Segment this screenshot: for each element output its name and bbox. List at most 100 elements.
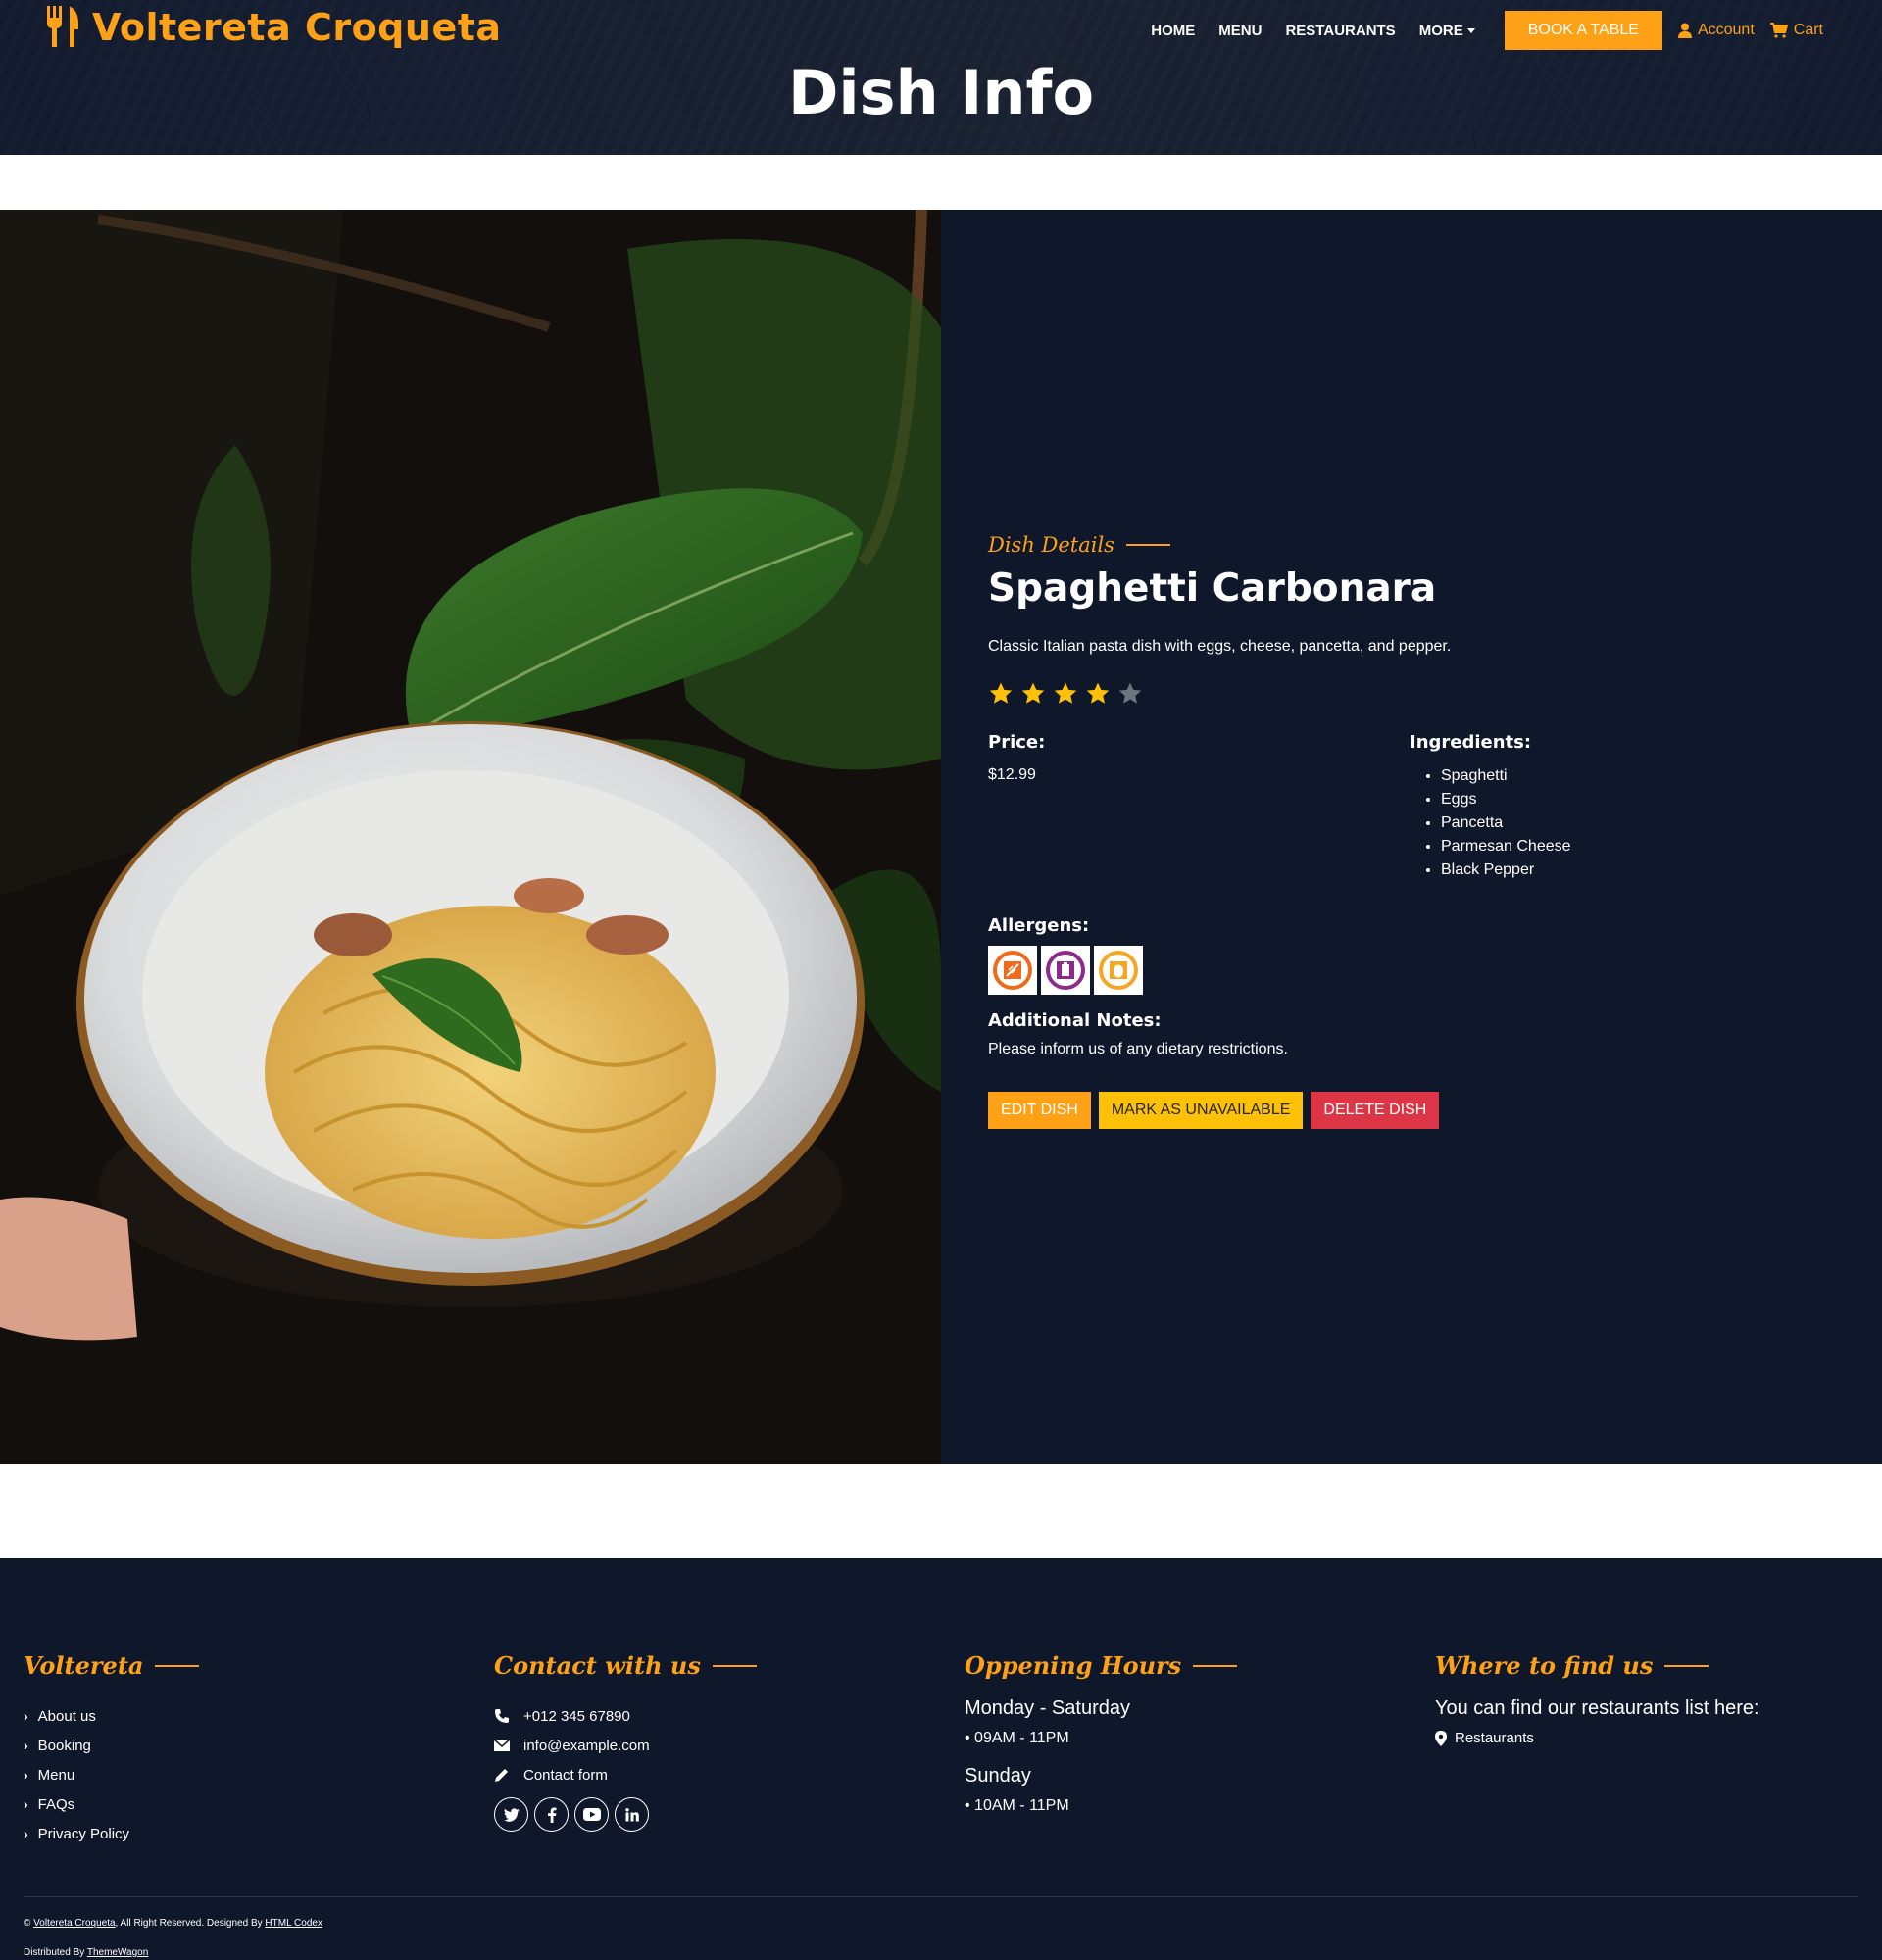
footer-link-menu[interactable]: › Menu [24,1760,199,1789]
copyright-brand-link[interactable]: Voltereta Croqueta [33,1918,115,1929]
dish-section: Dish Details Spaghetti Carbonara Classic… [0,210,1882,1464]
star-empty-icon [1118,682,1142,704]
copyright-symbol: © [24,1918,31,1929]
contact-phone: +012 345 67890 [494,1701,757,1731]
dish-actions: EDIT DISH MARK AS UNAVAILABLE DELETE DIS… [988,1092,1831,1129]
price-block: Price: $12.99 [988,732,1410,882]
contact-form-label: Contact form [523,1766,608,1784]
star-icon [1021,682,1045,704]
hours-time: • 10AM - 11PM [965,1797,1069,1814]
facebook-icon[interactable] [534,1797,569,1832]
footer-link-faqs[interactable]: › FAQs [24,1789,199,1819]
pencil-icon [495,1769,508,1782]
nav-more-label: MORE [1418,22,1463,39]
footer-heading: Contact with us [494,1651,757,1680]
price-label: Price: [988,732,1046,753]
book-table-button[interactable]: BOOK A TABLE [1504,11,1662,50]
nav-restaurants[interactable]: RESTAURANTS [1285,23,1395,39]
dish-name: Spaghetti Carbonara [988,566,1437,611]
contact-email[interactable]: info@example.com [494,1731,757,1760]
dish-details-panel: Dish Details Spaghetti Carbonara Classic… [941,210,1882,1464]
hours-day: Monday - Saturday [965,1697,1130,1719]
ingredients-block: Ingredients: Spaghetti Eggs Pancetta Par… [1410,732,1831,882]
ingredients-label: Ingredients: [1410,732,1532,753]
notes-block: Additional Notes: Please inform us of an… [988,1010,1831,1058]
footer-link-label: Privacy Policy [37,1825,130,1842]
footer-col-contact: Contact with us +012 345 67890 info@exam… [494,1651,757,1832]
twitter-icon[interactable] [494,1797,528,1832]
rating-stars [988,681,1831,707]
nav-menu[interactable]: MENU [1218,23,1262,39]
chevron-right-icon: › [24,1708,28,1724]
linkedin-icon[interactable] [615,1797,649,1832]
ingredient-item: Black Pepper [1441,858,1831,882]
ingredient-item: Pancetta [1441,811,1831,835]
allergens-label: Allergens: [988,915,1090,936]
delete-dish-button[interactable]: DELETE DISH [1311,1092,1440,1129]
hours-day: Sunday [965,1765,1031,1787]
phone-text: +012 345 67890 [523,1707,630,1725]
designer-link[interactable]: HTML Codex [265,1918,322,1929]
footer-divider [24,1896,1858,1897]
footer-link-label: Menu [37,1766,75,1784]
copyright-text: , All Right Reserved. Designed By [115,1918,263,1929]
star-icon [1054,682,1077,704]
caret-down-icon [1466,28,1475,34]
envelope-icon [494,1739,510,1751]
distributor-link[interactable]: ThemeWagon [87,1947,148,1958]
footer-link-about[interactable]: › About us [24,1701,199,1731]
footer-link-label: Booking [37,1737,91,1754]
map-marker-icon [1435,1730,1447,1746]
nav-more-dropdown[interactable]: MORE [1419,23,1475,39]
footer-link-label: About us [37,1707,96,1725]
restaurants-link[interactable]: Restaurants [1435,1730,1759,1746]
chevron-right-icon: › [24,1826,28,1841]
chevron-right-icon: › [24,1738,28,1753]
chevron-right-icon: › [24,1796,28,1812]
utensils-icon [45,6,80,49]
copyright: © Voltereta Croqueta, All Right Reserved… [24,1909,322,1960]
hero-header: Voltereta Croqueta HOME MENU RESTAURANTS… [0,0,1882,155]
milk-icon [1041,946,1090,995]
ingredient-item: Eggs [1441,788,1831,811]
chevron-right-icon: › [24,1767,28,1783]
youtube-icon[interactable] [574,1797,609,1832]
egg-icon [1094,946,1143,995]
restaurants-link-label: Restaurants [1455,1730,1534,1746]
user-icon [1677,23,1692,38]
allergens-block: Allergens: [988,915,1831,995]
edit-dish-button[interactable]: EDIT DISH [988,1092,1091,1129]
brand-logo[interactable]: Voltereta Croqueta [45,6,502,49]
star-icon [989,682,1013,704]
cart-label: Cart [1793,22,1823,38]
cart-link[interactable]: Cart [1769,22,1823,39]
price-value: $12.99 [988,766,1036,783]
distributed-text: Distributed By [24,1947,85,1958]
account-link[interactable]: Account [1677,22,1755,39]
notes-label: Additional Notes: [988,1010,1162,1031]
footer-link-booking[interactable]: › Booking [24,1731,199,1760]
gluten-icon [988,946,1037,995]
contact-form-link[interactable]: Contact form [494,1760,757,1789]
cart-icon [1769,23,1788,38]
footer-col-location: Where to find us You can find our restau… [1435,1651,1759,1746]
footer-col-hours: Oppening Hours Monday - Saturday • 09AM … [965,1651,1237,1815]
section-kicker: Dish Details [988,533,1831,557]
account-label: Account [1697,22,1755,38]
notes-text: Please inform us of any dietary restrict… [988,1041,1288,1057]
find-us-text: You can find our restaurants list here: [1435,1697,1759,1719]
star-icon [1086,682,1110,704]
ingredients-list: Spaghetti Eggs Pancetta Parmesan Cheese … [1410,764,1831,882]
footer-link-privacy[interactable]: › Privacy Policy [24,1819,199,1848]
footer-link-label: FAQs [37,1795,75,1813]
dish-description: Classic Italian pasta dish with eggs, ch… [988,638,1452,655]
ingredient-item: Parmesan Cheese [1441,835,1831,858]
nav-home[interactable]: HOME [1151,23,1195,39]
footer-heading: Voltereta [24,1651,199,1680]
brand-name: Voltereta Croqueta [92,6,502,49]
hours-time: • 09AM - 11PM [965,1730,1069,1746]
footer-col-voltereta: Voltereta › About us › Booking › Menu › FAQs… [24,1651,199,1848]
footer-heading: Where to find us [1435,1651,1759,1680]
page-title: Dish Info [787,57,1095,128]
mark-unavailable-button[interactable]: MARK AS UNAVAILABLE [1098,1092,1304,1129]
